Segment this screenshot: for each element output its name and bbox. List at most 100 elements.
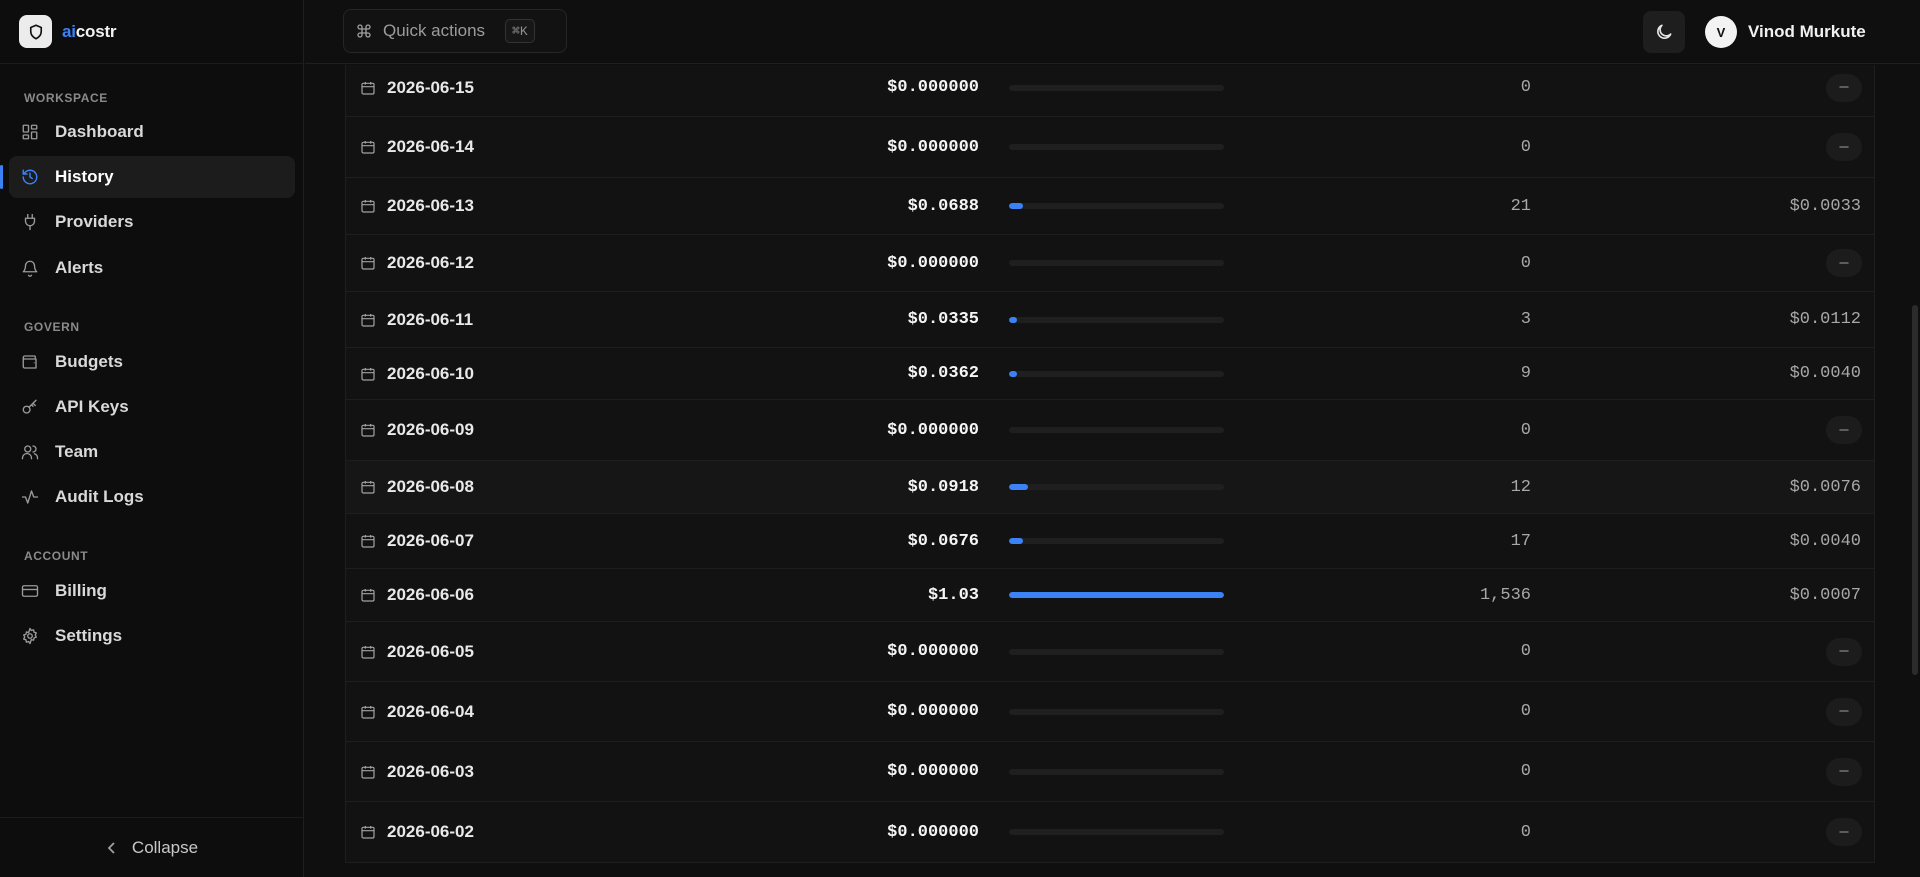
plug-icon (21, 213, 39, 231)
credit-card-icon (21, 582, 39, 600)
activity-icon (21, 488, 39, 506)
table-row[interactable]: 2026-06-08 $0.0918 12 $0.0076 (346, 461, 1874, 514)
history-icon (21, 168, 39, 186)
avg-cost-cell: — (1826, 622, 1862, 681)
nav-section-label: GOVERN (24, 320, 80, 334)
date-text: 2026-06-08 (387, 477, 474, 496)
date-text: 2026-06-12 (387, 253, 474, 272)
cost-share-bar (1009, 592, 1224, 598)
cost-cell: $0.0362 (907, 364, 979, 383)
collapse-button[interactable]: Collapse (0, 817, 304, 877)
user-menu[interactable]: V Vinod Murkute (1705, 11, 1866, 53)
sidebar-item-label: Settings (55, 626, 123, 645)
cost-share-bar (1009, 708, 1224, 715)
request-count-cell: 0 (1520, 420, 1531, 440)
request-count-cell: 9 (1520, 364, 1531, 383)
date-text: 2026-06-03 (387, 761, 474, 781)
table-row[interactable]: 2026-06-12 $0.000000 0 — (346, 235, 1874, 292)
table-row[interactable]: 2026-06-02 $0.000000 0 — (346, 802, 1874, 863)
sidebar-item-team[interactable]: Team (9, 431, 295, 473)
table-row[interactable]: 2026-06-10 $0.0362 9 $0.0040 (346, 348, 1874, 400)
history-main: 2026-06-15 $0.000000 0 — 2026-06-14 $0.000000… (305, 65, 1920, 877)
nav-section-label: ACCOUNT (24, 549, 89, 563)
table-row[interactable]: 2026-06-07 $0.0676 17 $0.0040 (346, 514, 1874, 569)
table-row[interactable]: 2026-06-04 $0.000000 0 — (346, 682, 1874, 742)
brand[interactable]: aicostr (0, 0, 303, 64)
date-text: 2026-06-04 (387, 701, 474, 721)
sidebar-item-billing[interactable]: Billing (9, 570, 295, 612)
date-text: 2026-06-06 (387, 585, 474, 604)
table-row[interactable]: 2026-06-05 $0.000000 0 — (346, 622, 1874, 682)
date-text: 2026-06-02 (387, 822, 474, 841)
cost-cell: $0.000000 (887, 762, 979, 781)
date-cell: 2026-06-13 (360, 178, 474, 234)
cost-share-bar (1009, 203, 1224, 209)
sidebar-item-audit-logs[interactable]: Audit Logs (9, 476, 295, 518)
date-text: 2026-06-14 (387, 137, 474, 156)
request-count-cell: 0 (1520, 702, 1531, 721)
wallet-icon (21, 353, 39, 371)
bell-icon (21, 259, 39, 277)
cost-share-bar (1009, 370, 1224, 377)
cost-share-bar (1009, 316, 1224, 323)
calendar-icon (360, 587, 376, 603)
avg-cost-cell: $0.0112 (1789, 310, 1861, 329)
avg-cost-cell: $0.0007 (1789, 585, 1861, 605)
theme-toggle-button[interactable] (1643, 11, 1685, 53)
request-count-cell: 0 (1520, 762, 1531, 781)
sidebar-item-alerts[interactable]: Alerts (9, 247, 295, 289)
empty-value-badge: — (1826, 637, 1862, 666)
request-count-cell: 21 (1510, 196, 1531, 216)
table-row[interactable]: 2026-06-11 $0.0335 3 $0.0112 (346, 292, 1874, 348)
cost-share-bar (1009, 144, 1224, 150)
date-cell: 2026-06-09 (360, 400, 474, 460)
cost-cell: $0.000000 (887, 702, 979, 721)
date-cell: 2026-06-11 (360, 292, 473, 347)
sidebar-item-label: Providers (55, 212, 134, 231)
table-row[interactable]: 2026-06-06 $1.03 1,536 $0.0007 (346, 569, 1874, 622)
app-root: aicostr WORKSPACE Dashboard History Provide… (0, 0, 1920, 877)
shortcut-badge: ⌘K (505, 19, 535, 43)
sidebar-item-label: Audit Logs (55, 487, 144, 506)
cost-cell: $0.000000 (887, 420, 979, 440)
sidebar-item-history[interactable]: History (0, 156, 295, 198)
moon-icon (1654, 22, 1674, 42)
command-icon (356, 23, 372, 39)
calendar-icon (360, 479, 376, 495)
table-row[interactable]: 2026-06-13 $0.0688 21 $0.0033 (346, 178, 1874, 235)
scrollbar[interactable] (1910, 65, 1920, 877)
table-row[interactable]: 2026-06-14 $0.000000 0 — (346, 117, 1874, 178)
avg-cost-cell: $0.0040 (1789, 364, 1861, 383)
sidebar-item-dashboard[interactable]: Dashboard (9, 111, 295, 153)
cost-cell: $0.000000 (887, 822, 979, 842)
date-cell: 2026-06-14 (360, 117, 474, 177)
calendar-icon (360, 255, 376, 271)
table-row[interactable]: 2026-06-03 $0.000000 0 — (346, 742, 1874, 802)
sidebar-item-api-keys[interactable]: API Keys (9, 386, 295, 428)
empty-value-badge: — (1826, 133, 1862, 161)
date-cell: 2026-06-10 (360, 348, 474, 399)
avg-cost-cell: — (1826, 235, 1862, 291)
table-row[interactable]: 2026-06-09 $0.000000 0 — (346, 400, 1874, 461)
quick-actions-button[interactable]: Quick actions ⌘K (343, 9, 567, 53)
sidebar-item-settings[interactable]: Settings (9, 615, 295, 657)
scrollbar-thumb[interactable] (1912, 305, 1918, 675)
date-text: 2026-06-11 (387, 309, 474, 329)
avg-cost-cell: — (1826, 400, 1862, 460)
cost-cell: $0.000000 (887, 253, 979, 273)
avg-cost-cell: $0.0076 (1789, 477, 1861, 497)
calendar-icon (360, 312, 376, 328)
sidebar-item-providers[interactable]: Providers (9, 201, 295, 243)
quick-actions-label: Quick actions (383, 21, 486, 40)
chevron-left-icon (106, 841, 118, 855)
calendar-icon (360, 533, 376, 549)
cost-cell: $0.0918 (907, 477, 979, 497)
sidebar-item-budgets[interactable]: Budgets (9, 341, 295, 383)
avg-cost-cell: — (1826, 682, 1862, 741)
avg-cost-cell: — (1826, 742, 1862, 801)
sidebar-item-label: History (55, 167, 114, 186)
date-text: 2026-06-05 (387, 641, 474, 661)
grid-icon (21, 123, 39, 141)
table-row[interactable]: 2026-06-15 $0.000000 0 — (346, 65, 1874, 117)
user-name: Vinod Murkute (1748, 22, 1866, 41)
